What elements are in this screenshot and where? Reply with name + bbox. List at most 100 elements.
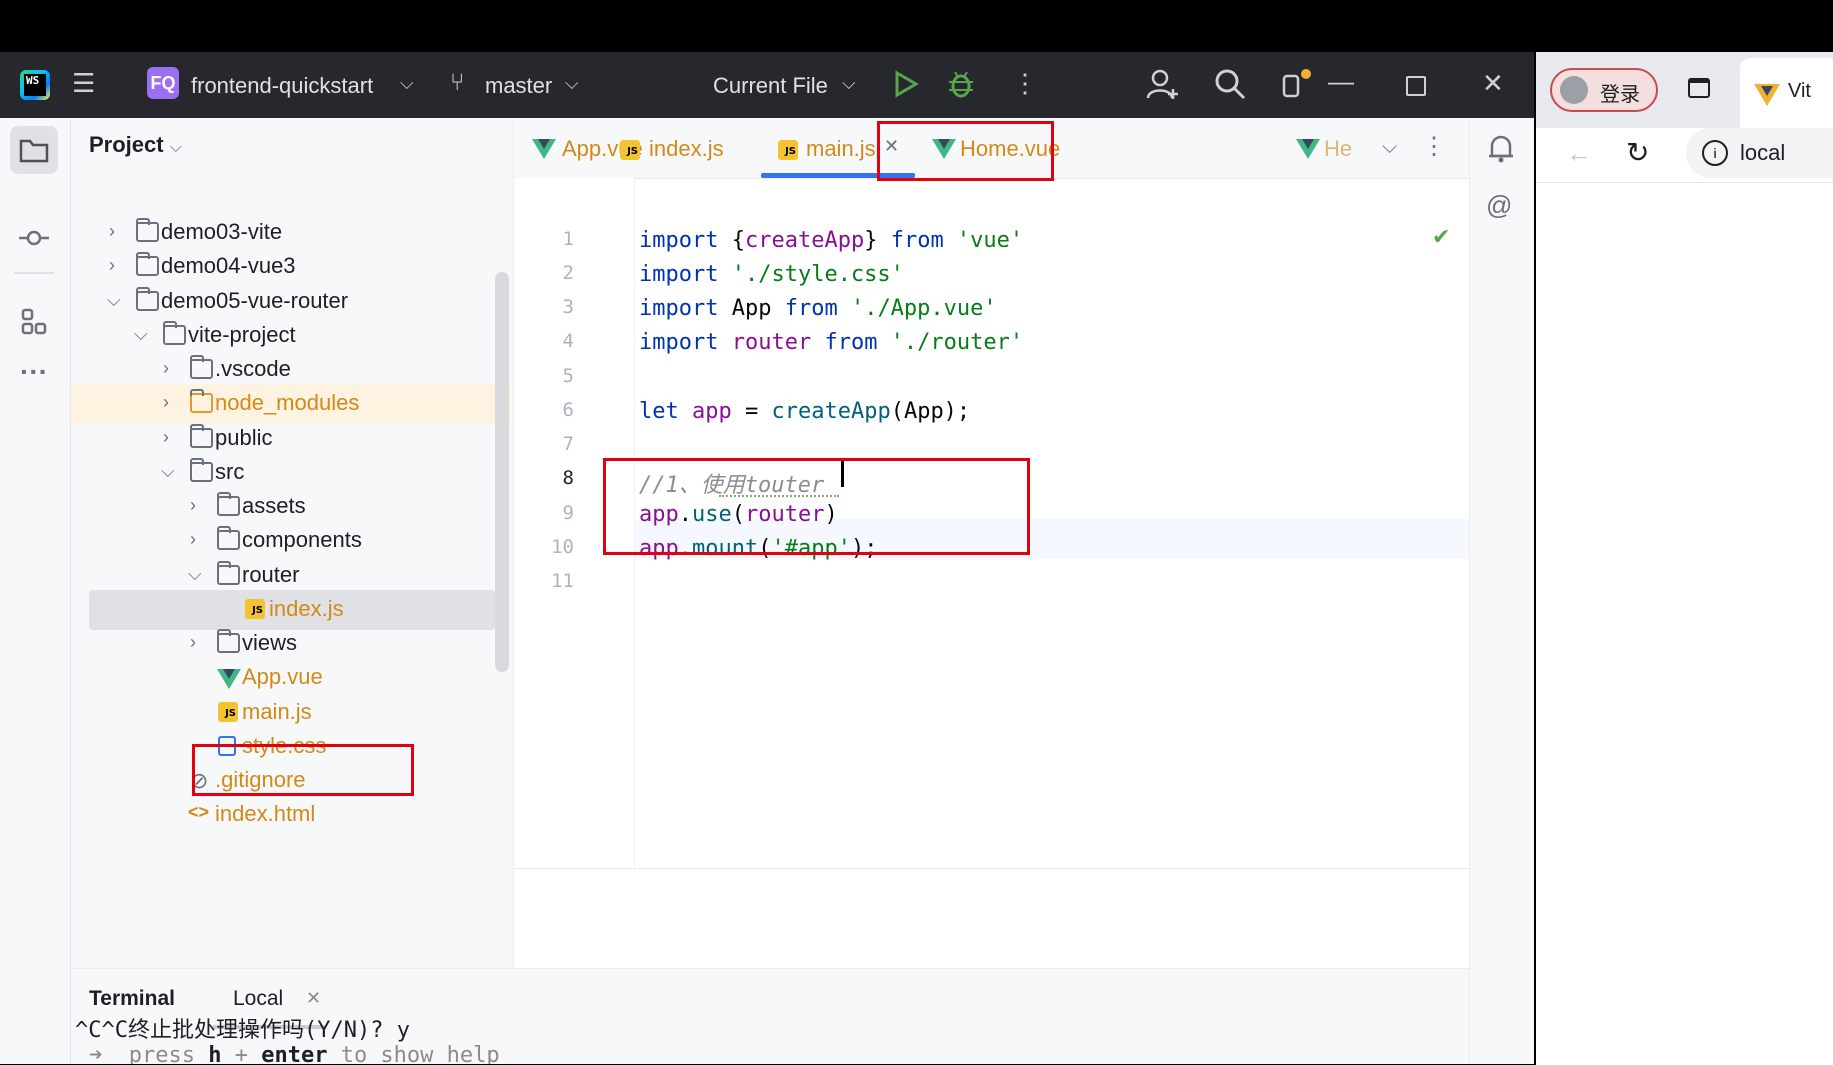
terminal-title[interactable]: Terminal: [89, 987, 175, 1011]
folder-icon: [190, 458, 213, 482]
folder-icon: [217, 526, 240, 550]
project-scrollbar[interactable]: [495, 272, 509, 672]
login-button[interactable]: 登录: [1550, 68, 1658, 112]
line-number: 9: [562, 502, 574, 524]
tree-item[interactable]: › demo04-vue3: [71, 247, 511, 287]
folder-icon: [217, 492, 240, 516]
terminal-line[interactable]: ^C^C终止批处理操作吗(Y/N)? y: [75, 1012, 410, 1044]
vue-file-icon: [532, 139, 556, 159]
tree-item[interactable]: App.vue: [71, 658, 511, 698]
webstorm-logo-icon[interactable]: WS: [20, 70, 50, 100]
terminal-tab-local[interactable]: Local: [233, 987, 283, 1011]
settings-update-icon[interactable]: [1280, 66, 1314, 105]
more-vertical-icon[interactable]: ⋮: [1422, 132, 1446, 161]
js-file-icon: JS: [778, 140, 798, 160]
address-bar[interactable]: i local: [1686, 128, 1833, 178]
commit-icon[interactable]: [10, 214, 58, 262]
tab-actions-icon[interactable]: [1688, 78, 1710, 98]
project-badge[interactable]: FQ: [147, 67, 179, 99]
run-config[interactable]: Current File: [713, 73, 828, 99]
vue-file-icon: [1296, 139, 1320, 159]
folder-icon: [136, 287, 159, 311]
run-icon[interactable]: [893, 70, 919, 103]
line-number: 10: [551, 536, 574, 558]
info-icon[interactable]: i: [1702, 140, 1728, 166]
js-file-icon: JS: [245, 599, 265, 619]
line-number: 6: [562, 399, 574, 421]
line-number: 7: [562, 433, 574, 455]
avatar: [1560, 76, 1588, 104]
branch-icon[interactable]: ⑂: [450, 71, 464, 95]
vite-logo-icon: [1754, 84, 1780, 106]
project-name[interactable]: frontend-quickstart: [191, 73, 373, 99]
tabs-dropdown-icon[interactable]: ⌵: [1382, 136, 1397, 159]
check-icon: ✔: [1432, 224, 1451, 249]
add-user-icon[interactable]: [1146, 67, 1180, 106]
tab-index-js[interactable]: JS index.js: [620, 118, 770, 178]
browser-toolbar: ← ↻ i local: [1536, 128, 1833, 182]
search-icon[interactable]: [1214, 68, 1246, 105]
tree-item[interactable]: › node_modules: [71, 384, 511, 424]
debug-icon[interactable]: [946, 68, 976, 105]
line-number: 11: [551, 570, 574, 592]
line-number: 3: [562, 296, 574, 318]
terminal-line[interactable]: ➜ press h + enter to show help: [89, 1043, 500, 1064]
structure-icon[interactable]: [10, 298, 58, 346]
project-tool-icon[interactable]: [10, 126, 58, 174]
close-tab-icon[interactable]: ✕: [306, 988, 321, 1009]
line-number: 4: [562, 330, 574, 352]
browser-tab-strip: 登录 Vit: [1536, 52, 1833, 128]
project-panel: Project ⌵ › demo03-vite › demo04-vue3 ⌵ dem…: [71, 118, 514, 968]
line-number: 8: [562, 467, 574, 489]
tree-item[interactable]: › components: [71, 521, 511, 561]
close-window-icon[interactable]: ✕: [1482, 70, 1504, 96]
ide-window: WS ☰ FQ frontend-quickstart ⌵ ⑂ master ⌵…: [0, 52, 1534, 1064]
code-line-4[interactable]: import router from './router': [639, 330, 1023, 355]
notifications-icon[interactable]: [1486, 132, 1516, 169]
browser-tab[interactable]: Vit: [1740, 58, 1833, 128]
js-file-icon: JS: [218, 702, 238, 722]
highlight-box-code: [603, 458, 1030, 555]
highlight-box-tree: [192, 744, 414, 796]
folder-icon: [163, 321, 186, 345]
branch-name[interactable]: master: [485, 73, 552, 99]
address-text[interactable]: local: [1740, 140, 1785, 166]
ai-assistant-icon[interactable]: @: [1486, 190, 1512, 221]
folder-icon: [136, 252, 159, 276]
chevron-down-icon[interactable]: ⌵: [400, 74, 414, 92]
js-file-icon: JS: [620, 140, 640, 160]
line-number: 5: [562, 365, 574, 387]
folder-icon: [217, 561, 240, 585]
divider: [514, 868, 1469, 869]
chevron-down-icon[interactable]: ⌵: [565, 74, 579, 92]
project-panel-title[interactable]: Project ⌵: [89, 132, 182, 158]
vue-file-icon: [217, 669, 241, 689]
more-tools-icon[interactable]: ···: [10, 348, 58, 396]
more-vertical-icon[interactable]: ⋮: [1012, 70, 1038, 96]
line-number: 1: [562, 228, 574, 250]
minimize-icon[interactable]: —: [1328, 68, 1354, 94]
maximize-icon[interactable]: [1406, 76, 1426, 96]
highlight-box-tab: [877, 121, 1054, 181]
code-line-3[interactable]: import App from './App.vue': [639, 296, 997, 321]
back-icon[interactable]: ←: [1566, 138, 1592, 169]
tab-he-vue[interactable]: He: [1296, 118, 1366, 178]
browser-viewport[interactable]: [1536, 182, 1833, 1065]
browser-window: 登录 Vit ← ↻ i local: [1536, 52, 1833, 1065]
refresh-icon[interactable]: ↻: [1626, 136, 1649, 169]
tool-window-strip: ···: [0, 118, 71, 1064]
code-line-6[interactable]: let app = createApp(App);: [639, 399, 970, 424]
code-line-1[interactable]: import {createApp} from 'vue': [639, 228, 1023, 253]
main-menu-icon[interactable]: ☰: [72, 70, 95, 96]
right-tool-strip: @: [1469, 118, 1534, 1064]
browser-tab-label: Vit: [1788, 80, 1811, 102]
title-bar: WS ☰ FQ frontend-quickstart ⌵ ⑂ master ⌵…: [0, 52, 1534, 118]
tree-item[interactable]: <> index.html: [71, 795, 511, 835]
divider: [14, 272, 54, 274]
folder-icon: [190, 355, 213, 379]
code-line-2[interactable]: import './style.css': [639, 262, 904, 287]
folder-icon: [136, 218, 159, 242]
folder-icon: [217, 629, 240, 653]
chevron-down-icon[interactable]: ⌵: [842, 74, 856, 92]
login-label: 登录: [1600, 84, 1640, 106]
